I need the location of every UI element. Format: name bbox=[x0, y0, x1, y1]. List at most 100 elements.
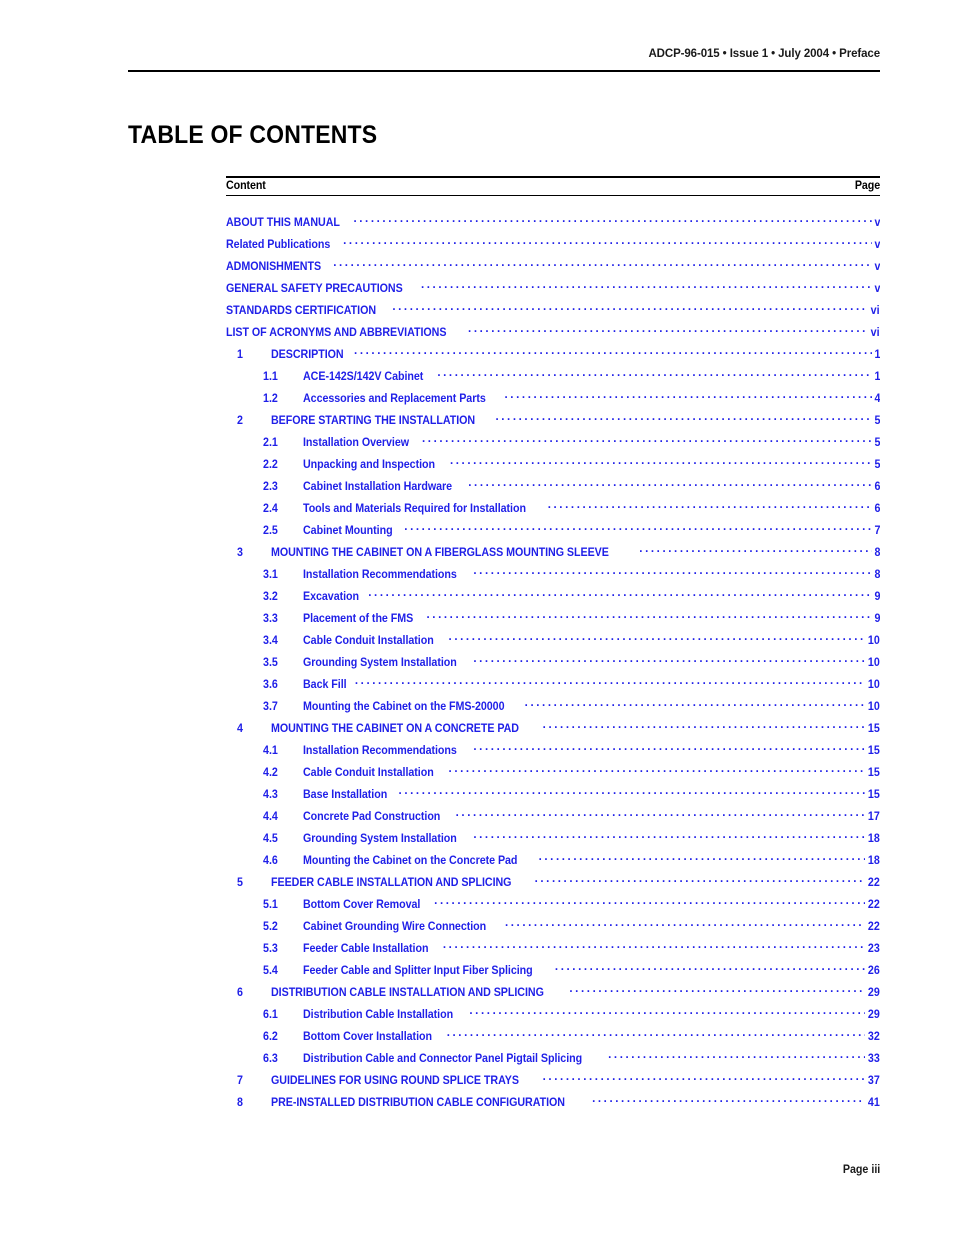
toc-entry-number: 3.4 bbox=[263, 635, 278, 648]
toc-entry-label: MOUNTING THE CABINET ON A FIBERGLASS MOU… bbox=[271, 547, 609, 560]
toc-entry-page-number: 6 bbox=[874, 481, 880, 494]
toc-entry-page-number: 22 bbox=[868, 899, 880, 912]
toc-entry[interactable]: 5.4 Feeder Cable and Splitter Input Fiber… bbox=[226, 963, 880, 985]
toc-entry[interactable]: 3.4 Cable Conduit Installation...........… bbox=[226, 633, 880, 655]
toc-dot-leader: ........................................… bbox=[354, 677, 865, 688]
toc-entry-page-number: 18 bbox=[868, 833, 880, 846]
toc-entry-number: 7 bbox=[237, 1075, 243, 1088]
toc-entry[interactable]: 5 FEEDER CABLE INSTALLATION AND SPLICING.… bbox=[226, 875, 880, 897]
toc-column-headers: Content Page bbox=[226, 178, 880, 195]
toc-dot-leader: ........................................… bbox=[455, 809, 866, 820]
toc-entry-page-number: 17 bbox=[868, 811, 880, 824]
toc-entry-page-number: v bbox=[874, 239, 880, 252]
toc-entry-number: 8 bbox=[237, 1097, 243, 1110]
toc-entry[interactable]: 1 DESCRIPTION............................… bbox=[226, 347, 880, 369]
toc-entry-label: Distribution Cable Installation bbox=[303, 1009, 454, 1022]
toc-dot-leader: ........................................… bbox=[422, 435, 872, 446]
toc-entry-page-number: 5 bbox=[874, 459, 880, 472]
toc-entry[interactable]: 8 PRE-INSTALLED DISTRIBUTION CABLE CONFIG… bbox=[226, 1095, 880, 1117]
toc-entry[interactable]: 3.5 Grounding System Installation........… bbox=[226, 655, 880, 677]
toc-entry-page-number: vi bbox=[871, 305, 880, 318]
toc-dot-leader: ........................................… bbox=[404, 523, 871, 534]
toc-entry[interactable]: 6.3 Distribution Cable and Connector Pane… bbox=[226, 1051, 880, 1073]
page-title: TABLE OF CONTENTS bbox=[128, 121, 378, 149]
toc-dot-leader: ........................................… bbox=[473, 655, 865, 666]
toc-entry-page-number: 33 bbox=[868, 1053, 880, 1066]
toc-entry[interactable]: 2.1 Installation Overview................… bbox=[226, 435, 880, 457]
toc-entry[interactable]: 6.2 Bottom Cover Installation............… bbox=[226, 1029, 880, 1051]
toc-dot-leader: ........................................… bbox=[542, 721, 866, 732]
toc-entry-label: Feeder Cable Installation bbox=[303, 943, 429, 956]
toc-dot-leader: ........................................… bbox=[448, 633, 866, 644]
toc-entry[interactable]: GENERAL SAFETY PRECAUTIONS..............… bbox=[226, 281, 880, 303]
toc-entry-page-number: 22 bbox=[868, 921, 880, 934]
toc-entry[interactable]: 4.3 Base Installation....................… bbox=[226, 787, 880, 809]
toc-entry-label: Installation Overview bbox=[303, 437, 410, 450]
toc-entry[interactable]: ADMONISHMENTS...........................… bbox=[226, 259, 880, 281]
toc-entry-page-number: 22 bbox=[868, 877, 880, 890]
toc-dot-leader: ........................................… bbox=[504, 919, 865, 930]
toc-entry-label: Bottom Cover Removal bbox=[303, 899, 421, 912]
toc-entry-page-number: 5 bbox=[874, 437, 880, 450]
toc-entry[interactable]: 5.2 Cabinet Grounding Wire Connection....… bbox=[226, 919, 880, 941]
toc-entry[interactable]: 3.6 Back Fill............................… bbox=[226, 677, 880, 699]
toc-entry-page-number: 9 bbox=[874, 591, 880, 604]
toc-dot-leader: ........................................… bbox=[468, 325, 868, 336]
toc-entry-number: 4.3 bbox=[263, 789, 278, 802]
toc-entry[interactable]: ABOUT THIS MANUAL.......................… bbox=[226, 215, 880, 237]
toc-entry[interactable]: 4.2 Cable Conduit Installation...........… bbox=[226, 765, 880, 787]
toc-entry-page-number: 41 bbox=[868, 1097, 880, 1110]
toc-entry-page-number: 1 bbox=[874, 349, 880, 362]
toc-dot-leader: ........................................… bbox=[592, 1095, 866, 1106]
toc-entry-label: Mounting the Cabinet on the Concrete Pad bbox=[303, 855, 518, 868]
toc-entry-number: 6.1 bbox=[263, 1009, 278, 1022]
toc-entry[interactable]: 3 MOUNTING THE CABINET ON A FIBERGLASS MO… bbox=[226, 545, 880, 567]
running-header: ADCP-96-015 • Issue 1 • July 2004 • Pref… bbox=[128, 44, 880, 62]
toc-entry[interactable]: 4.4 Concrete Pad Construction............… bbox=[226, 809, 880, 831]
toc-entry-page-number: 18 bbox=[868, 855, 880, 868]
toc-entry-number: 2.3 bbox=[263, 481, 278, 494]
toc-entry[interactable]: 2 BEFORE STARTING THE INSTALLATION.......… bbox=[226, 413, 880, 435]
toc-entry[interactable]: 3.1 Installation Recommendations.........… bbox=[226, 567, 880, 589]
toc-entry[interactable]: 4.5 Grounding System Installation........… bbox=[226, 831, 880, 853]
toc-entry[interactable]: Related Publications....................… bbox=[226, 237, 880, 259]
toc-entry[interactable]: 2.4 Tools and Materials Required for Inst… bbox=[226, 501, 880, 523]
toc-dot-leader: ........................................… bbox=[504, 391, 872, 402]
toc-entry[interactable]: 2.3 Cabinet Installation Hardware........… bbox=[226, 479, 880, 501]
toc-entry[interactable]: 1.1 ACE-142S/142V Cabinet................… bbox=[226, 369, 880, 391]
toc-entry[interactable]: 6.1 Distribution Cable Installation......… bbox=[226, 1007, 880, 1029]
toc-entry-number: 2.4 bbox=[263, 503, 278, 516]
toc-entry[interactable]: 2.5 Cabinet Mounting.....................… bbox=[226, 523, 880, 545]
toc-entry-page-number: 10 bbox=[868, 657, 880, 670]
toc-dot-leader: ........................................… bbox=[473, 567, 871, 578]
toc-dot-leader: ........................................… bbox=[524, 699, 866, 710]
toc-entry-label: STANDARDS CERTIFICATION bbox=[226, 305, 377, 318]
toc-entry[interactable]: 3.3 Placement of the FMS.................… bbox=[226, 611, 880, 633]
toc-entry[interactable]: 6 DISTRIBUTION CABLE INSTALLATION AND SPL… bbox=[226, 985, 880, 1007]
toc-entry[interactable]: 2.2 Unpacking and Inspection.............… bbox=[226, 457, 880, 479]
toc-dot-leader: ........................................… bbox=[448, 765, 866, 776]
toc-dot-leader: ........................................… bbox=[343, 237, 872, 248]
toc-entry[interactable]: 4.1 Installation Recommendations.........… bbox=[226, 743, 880, 765]
toc-dot-leader: ........................................… bbox=[434, 897, 865, 908]
toc-entry[interactable]: 4 MOUNTING THE CABINET ON A CONCRETE PAD.… bbox=[226, 721, 880, 743]
toc-entry-number: 5.4 bbox=[263, 965, 278, 978]
toc-dot-leader: ........................................… bbox=[468, 479, 871, 490]
toc-entry[interactable]: 3.2 Excavation...........................… bbox=[226, 589, 880, 611]
toc-entry[interactable]: 1.2 Accessories and Replacement Parts....… bbox=[226, 391, 880, 413]
toc-entry-number: 3 bbox=[237, 547, 243, 560]
toc-entry-page-number: 15 bbox=[868, 723, 880, 736]
toc-entry[interactable]: 5.3 Feeder Cable Installation............… bbox=[226, 941, 880, 963]
toc-entry-page-number: 32 bbox=[868, 1031, 880, 1044]
toc-entry-number: 6.3 bbox=[263, 1053, 278, 1066]
toc-entry[interactable]: 5.1 Bottom Cover Removal.................… bbox=[226, 897, 880, 919]
toc-entry[interactable]: STANDARDS CERTIFICATION.................… bbox=[226, 303, 880, 325]
toc-entry[interactable]: 3.7 Mounting the Cabinet on the FMS-20000… bbox=[226, 699, 880, 721]
toc-entry[interactable]: 7 GUIDELINES FOR USING ROUND SPLICE TRAYS… bbox=[226, 1073, 880, 1095]
toc-entry-label: Excavation bbox=[303, 591, 360, 604]
toc-dot-leader: ........................................… bbox=[368, 589, 871, 600]
toc-entry[interactable]: LIST OF ACRONYMS AND ABBREVIATIONS......… bbox=[226, 325, 880, 347]
toc-dot-leader: ........................................… bbox=[446, 1029, 866, 1040]
toc-entry-label: Mounting the Cabinet on the FMS-20000 bbox=[303, 701, 505, 714]
toc-entry[interactable]: 4.6 Mounting the Cabinet on the Concrete … bbox=[226, 853, 880, 875]
